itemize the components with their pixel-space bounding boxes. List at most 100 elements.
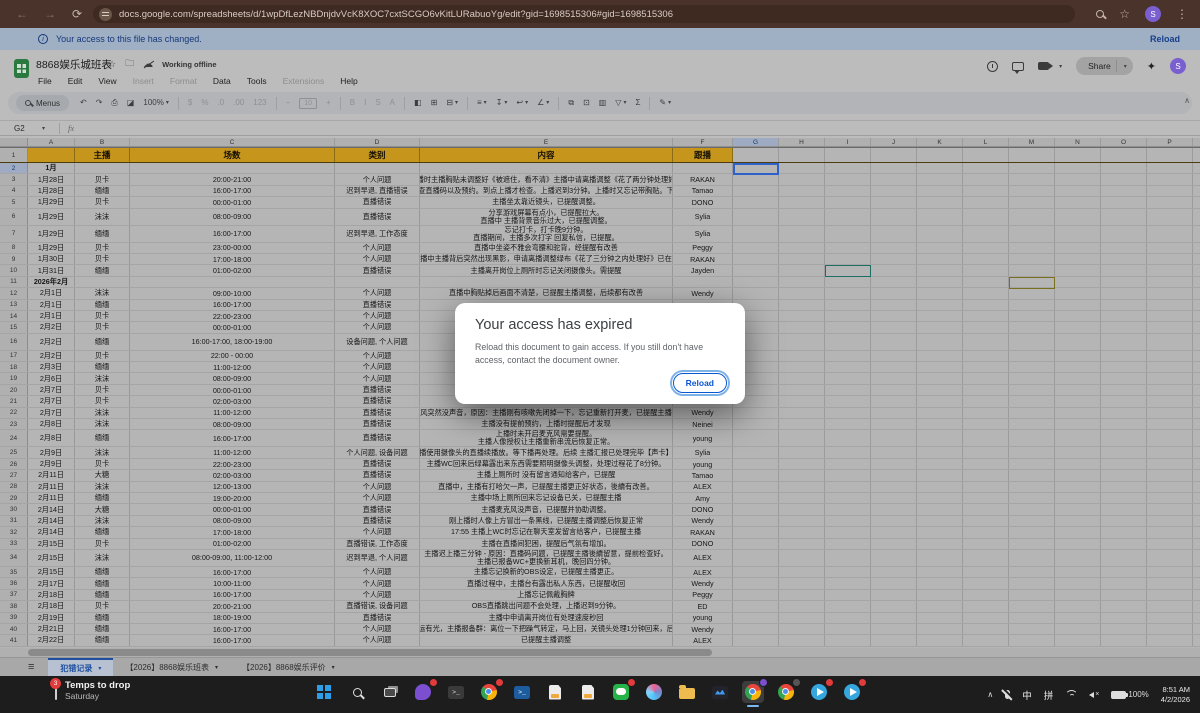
cell[interactable]: 2月7日 <box>28 408 75 418</box>
row-number[interactable]: 34 <box>0 550 28 566</box>
row-number[interactable]: 15 <box>0 322 28 332</box>
cell[interactable]: 2月1日 <box>28 311 75 321</box>
cell[interactable]: 缅缅 <box>75 334 130 350</box>
cell[interactable]: RAKAN <box>673 174 733 184</box>
cell[interactable]: 23:00-00:00 <box>130 243 335 253</box>
cell[interactable]: 沫沫 <box>75 447 130 457</box>
cell[interactable]: 分享游戏屏幕有点小，已提醒拉大。 直播中 主播背景音乐过大，已提醒调整。 <box>420 209 673 225</box>
row-number[interactable]: 10 <box>0 265 28 275</box>
row-number[interactable]: 29 <box>0 493 28 503</box>
cell[interactable]: 2月11日 <box>28 493 75 503</box>
cell[interactable]: 缅缅 <box>75 527 130 537</box>
cell[interactable]: 直播错误 <box>335 516 420 526</box>
font-size-value-icon[interactable]: 10 <box>299 98 317 109</box>
cell[interactable]: ALEX <box>673 567 733 577</box>
cell[interactable]: 上播时主播胸贴未调整好《被遮住，看不清》主播中请离播调整《花了两分钟处理好》 <box>420 174 673 184</box>
cell[interactable]: 沫沫 <box>75 373 130 383</box>
cell[interactable]: 主播离开岗位上厕所时忘记关闭摄像头。需提醒 <box>420 265 673 275</box>
horizontal-align-caret-icon[interactable]: ▾ <box>484 100 487 106</box>
zoom-icon[interactable] <box>1096 10 1104 18</box>
cell[interactable]: 17:55 主播上WC时忘记在聊天室发留言给客户，已提醒主播 <box>420 527 673 537</box>
row-number[interactable]: 31 <box>0 516 28 526</box>
star-icon[interactable]: ☆ <box>108 59 116 70</box>
row-number[interactable]: 8 <box>0 243 28 253</box>
document-app-1[interactable] <box>544 681 566 703</box>
empty-cells[interactable] <box>733 243 1200 253</box>
row-number[interactable]: 22 <box>0 408 28 418</box>
cell[interactable]: 个人问题 <box>335 493 420 503</box>
cell[interactable]: 个人问题 <box>335 311 420 321</box>
cell[interactable] <box>673 163 733 173</box>
cell[interactable]: 直播错误 <box>335 209 420 225</box>
ime-language-icon[interactable]: 中 <box>1022 688 1032 702</box>
cell[interactable]: Peggy <box>673 243 733 253</box>
borders-icon[interactable]: ⊞ <box>431 99 438 107</box>
cell[interactable]: 贝卡 <box>75 311 130 321</box>
cell[interactable] <box>28 148 75 162</box>
vertical-align-icon[interactable]: ↧▾ <box>496 99 508 107</box>
row-number[interactable]: 32 <box>0 527 28 537</box>
cell[interactable]: 直播错误 <box>335 430 420 446</box>
cell[interactable]: 2月22日 <box>28 635 75 645</box>
back-icon[interactable]: ← <box>16 8 28 20</box>
cell[interactable]: 00:00-01:00 <box>130 504 335 514</box>
monitor-app[interactable] <box>709 681 731 703</box>
cell[interactable]: 16:00-17:00 <box>130 567 335 577</box>
cell[interactable]: 贝卡 <box>75 243 130 253</box>
task-view[interactable] <box>379 681 401 703</box>
cell[interactable]: 11:00-12:00 <box>130 408 335 418</box>
cell[interactable]: 2月14日 <box>28 516 75 526</box>
taskbar-clock[interactable]: 8:51 AM 4/2/2026 <box>1161 685 1190 705</box>
cell[interactable]: 个人问题, 设备问题 <box>335 447 420 457</box>
cell[interactable]: 贝卡 <box>75 601 130 611</box>
name-box[interactable]: G2 <box>14 124 40 133</box>
cell[interactable]: 沫沫 <box>75 482 130 492</box>
menu-insert[interactable]: Insert <box>127 74 160 88</box>
empty-cells[interactable] <box>733 635 1200 645</box>
chrome-profile-1[interactable] <box>478 681 500 703</box>
cell[interactable]: Wendy <box>673 624 733 634</box>
cell[interactable]: Wendy <box>673 288 733 298</box>
pinned-app[interactable] <box>412 681 434 703</box>
col-letter-D[interactable]: D <box>335 138 420 146</box>
col-letter-C[interactable]: C <box>130 138 335 146</box>
row-number[interactable]: 9 <box>0 254 28 264</box>
cell[interactable]: 2月18日 <box>28 590 75 600</box>
cell[interactable]: 2月3日 <box>28 362 75 372</box>
cell[interactable]: 2月14日 <box>28 527 75 537</box>
cell[interactable]: 2月15日 <box>28 567 75 577</box>
sheets-logo-icon[interactable] <box>14 59 29 78</box>
empty-cells[interactable] <box>733 470 1200 480</box>
col-letter-I[interactable]: I <box>825 138 871 146</box>
cell[interactable]: 02:00-03:00 <box>130 396 335 406</box>
horizontal-align-icon[interactable]: ≡▾ <box>477 99 487 107</box>
cell[interactable]: 20:00-21:00 <box>130 174 335 184</box>
empty-cells[interactable] <box>733 300 1200 310</box>
cell[interactable]: 直播中，主播有打哈欠一声，已提醒主播更正好状态，後續有改善。 <box>420 482 673 492</box>
comments-icon[interactable] <box>1012 62 1024 71</box>
cell[interactable]: 个人问题 <box>335 527 420 537</box>
row-number[interactable]: 24 <box>0 430 28 446</box>
cell[interactable]: 1月28日 <box>28 174 75 184</box>
cell[interactable]: 直播错误 <box>335 300 420 310</box>
cell[interactable]: 贝卡 <box>75 459 130 469</box>
cell[interactable]: 2月8日 <box>28 419 75 429</box>
empty-cells[interactable] <box>733 539 1200 549</box>
cell[interactable]: 贝卡 <box>75 174 130 184</box>
cell[interactable]: 刚上播时人像上方冒出一条黑线，已提醒主播调整后恢复正常 <box>420 516 673 526</box>
row-number[interactable]: 25 <box>0 447 28 457</box>
empty-cells[interactable] <box>733 504 1200 514</box>
cell[interactable] <box>420 163 673 173</box>
cell[interactable]: 主播使用摄像头的直播续播放。等下播再处理。后续 主播汇报已处理完毕【声卡】能 <box>420 447 673 457</box>
cell[interactable] <box>335 163 420 173</box>
cell[interactable]: 个人问题 <box>335 635 420 645</box>
insert-chart-icon[interactable]: ▥ <box>599 99 607 107</box>
cell[interactable]: 个人问题 <box>335 362 420 372</box>
cell[interactable]: RAKAN <box>673 527 733 537</box>
select-all-corner[interactable] <box>0 138 28 146</box>
cell[interactable]: DONO <box>673 197 733 207</box>
cell[interactable]: 直播错误 <box>335 396 420 406</box>
cell[interactable]: 主播在直播间犯困，提醒后气氛有增加。 <box>420 539 673 549</box>
cell[interactable]: DONO <box>673 539 733 549</box>
cell[interactable]: 时运有光，主播报备群：离位一下把躁气转定，马上回，关镜头处理1分钟回来，后续 <box>420 624 673 634</box>
